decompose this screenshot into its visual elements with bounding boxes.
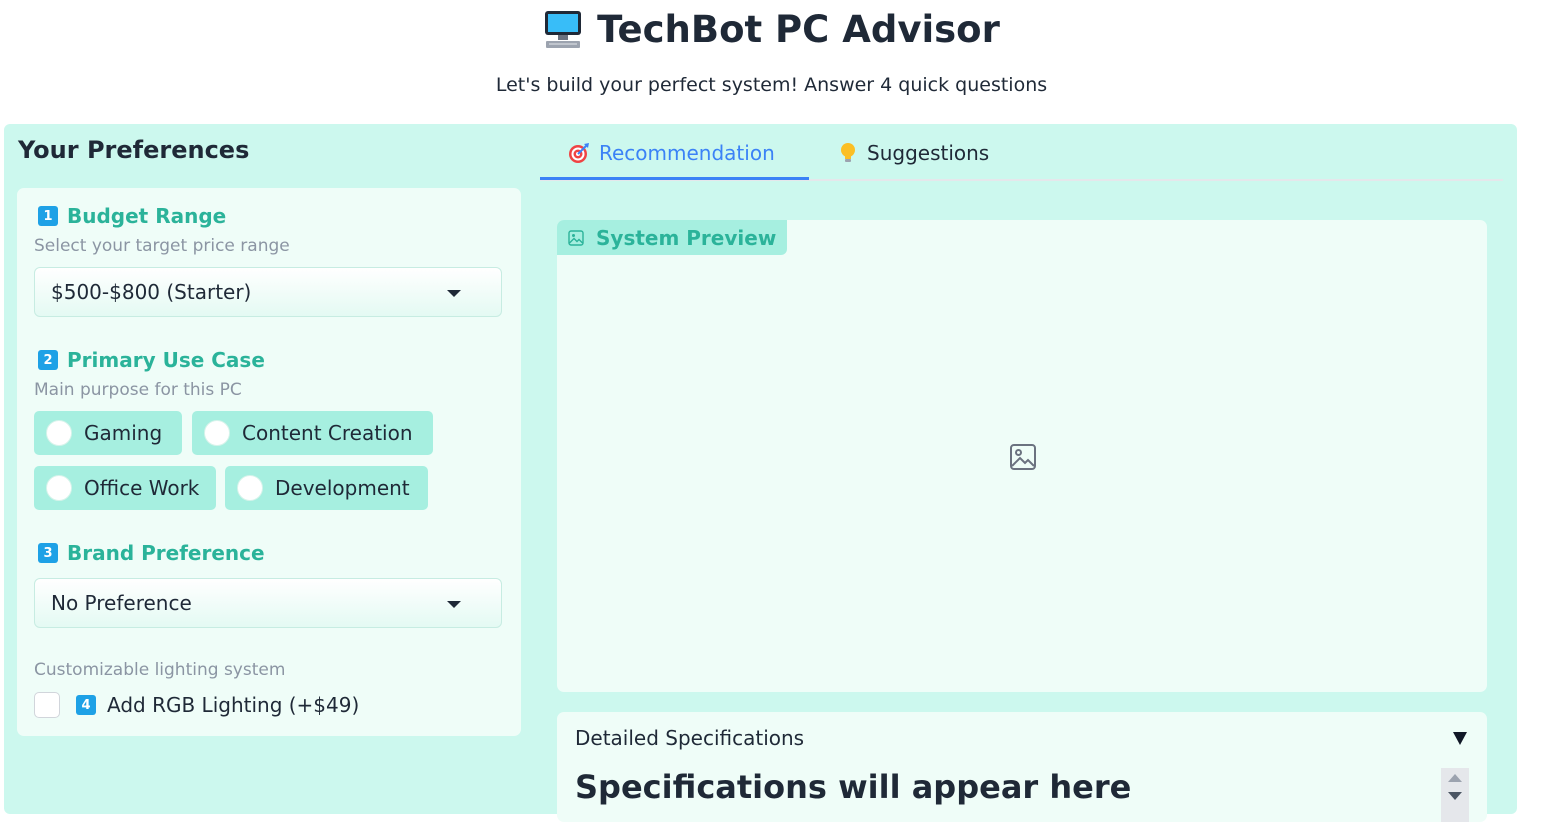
radio-option-label: Gaming — [84, 421, 163, 445]
rgb-checkbox-label[interactable]: Add RGB Lighting (+$49) — [107, 693, 359, 717]
target-icon — [569, 143, 589, 163]
use-case-label: Primary Use Case — [67, 348, 265, 372]
image-icon — [568, 229, 584, 246]
use-case-hint: Main purpose for this PC — [34, 380, 242, 400]
radio-option-gaming[interactable]: Gaming — [34, 411, 182, 455]
rgb-checkbox-row[interactable]: 4 Add RGB Lighting (+$49) — [34, 692, 359, 718]
preview-label-text: System Preview — [596, 225, 777, 250]
brand-step-label: 3 Brand Preference — [38, 541, 265, 565]
preferences-card: 1 Budget Range Select your target price … — [17, 188, 521, 736]
radio-option-label: Development — [275, 476, 410, 500]
desktop-computer-icon — [543, 9, 583, 49]
radio-option-development[interactable]: Development — [225, 466, 428, 510]
tab-suggestions[interactable]: Suggestions — [838, 141, 989, 165]
rgb-hint: Customizable lighting system — [34, 660, 286, 680]
brand-label: Brand Preference — [67, 541, 265, 565]
radio-button[interactable] — [204, 420, 230, 446]
specs-title[interactable]: Detailed Specifications — [575, 726, 804, 750]
scroll-up-icon[interactable] — [1448, 774, 1462, 782]
budget-selected-value: $500-$800 (Starter) — [51, 280, 252, 304]
app-subtitle: Let's build your perfect system! Answer … — [495, 74, 1048, 96]
budget-dropdown[interactable]: $500-$800 (Starter) — [34, 267, 502, 317]
budget-step-label: 1 Budget Range — [38, 204, 226, 228]
radio-button[interactable] — [46, 475, 72, 501]
specs-placeholder: Specifications will appear here — [575, 768, 1132, 806]
step-badge: 4 — [76, 695, 96, 715]
radio-button[interactable] — [237, 475, 263, 501]
step-badge: 1 — [38, 206, 58, 226]
brand-selected-value: No Preference — [51, 591, 192, 615]
radio-option-content-creation[interactable]: Content Creation — [192, 411, 433, 455]
brand-dropdown[interactable]: No Preference — [34, 578, 502, 628]
system-preview-panel: System Preview — [557, 220, 1487, 692]
step-badge: 3 — [38, 543, 58, 563]
tab-label: Suggestions — [867, 141, 990, 165]
main-panel: Your Preferences 1 Budget Range Select y… — [4, 124, 1517, 822]
tab-bar: Recommendation Suggestions — [540, 124, 1503, 181]
system-preview-label: System Preview — [557, 220, 788, 255]
app-title-text: TechBot PC Advisor — [597, 7, 1000, 51]
chevron-down-icon — [447, 290, 461, 297]
image-placeholder-icon — [1010, 444, 1036, 470]
step-badge: 2 — [38, 350, 58, 370]
radio-button[interactable] — [46, 420, 72, 446]
lightbulb-icon — [841, 143, 855, 162]
tab-recommendation[interactable]: Recommendation — [568, 141, 775, 165]
use-case-step-label: 2 Primary Use Case — [38, 348, 265, 372]
scrollbar[interactable] — [1441, 768, 1469, 822]
collapse-triangle-icon[interactable] — [1453, 732, 1467, 745]
app-title: TechBot PC Advisor — [0, 5, 1543, 53]
budget-label: Budget Range — [67, 204, 227, 228]
radio-option-label: Content Creation — [242, 421, 413, 445]
active-tab-indicator — [540, 177, 809, 180]
rgb-checkbox[interactable] — [34, 692, 60, 718]
radio-option-office-work[interactable]: Office Work — [34, 466, 216, 510]
preferences-heading: Your Preferences — [18, 136, 250, 164]
scroll-down-icon[interactable] — [1448, 792, 1462, 800]
budget-hint: Select your target price range — [34, 236, 290, 256]
chevron-down-icon — [447, 601, 461, 608]
tab-label: Recommendation — [599, 141, 775, 165]
radio-option-label: Office Work — [84, 476, 200, 500]
